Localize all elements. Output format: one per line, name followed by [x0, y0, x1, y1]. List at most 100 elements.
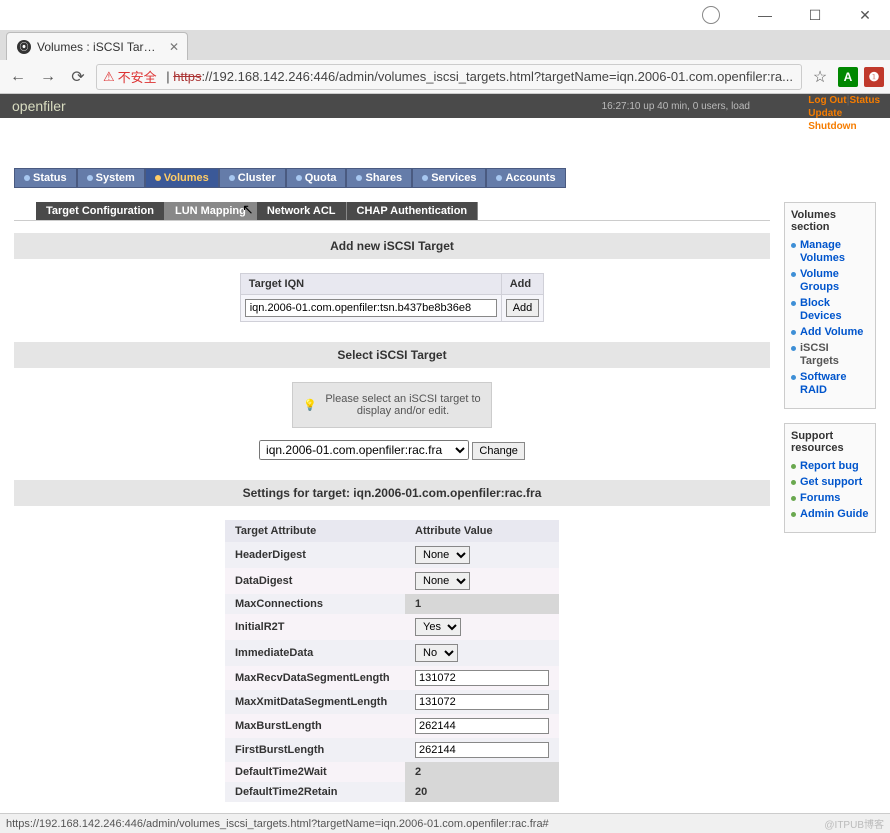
attr-name: HeaderDigest: [225, 542, 405, 568]
nav-cluster[interactable]: Cluster: [219, 168, 286, 188]
attr-MaxBurstLength-input[interactable]: [415, 718, 549, 734]
sidebar-link-block-devices[interactable]: Block Devices: [800, 297, 869, 323]
attr-row: MaxConnections1: [225, 594, 559, 614]
main-nav: StatusSystemVolumesClusterQuotaSharesSer…: [14, 168, 890, 188]
subnav-target-configuration[interactable]: Target Configuration: [36, 202, 165, 220]
sidebar-link-volume-groups[interactable]: Volume Groups: [800, 268, 869, 294]
nav-quota[interactable]: Quota: [286, 168, 347, 188]
uptime-text: 16:27:10 up 40 min, 0 users, load: [602, 101, 750, 112]
sidebar-link-forums[interactable]: Forums: [800, 492, 840, 505]
add-button[interactable]: Add: [506, 299, 540, 317]
forward-button[interactable]: →: [36, 65, 60, 89]
attr-MaxRecvDataSegmentLength-input[interactable]: [415, 670, 549, 686]
extension-a-icon[interactable]: A: [838, 67, 858, 87]
sidebar-link-add-volume[interactable]: Add Volume: [800, 326, 863, 339]
nav-accounts[interactable]: Accounts: [486, 168, 565, 188]
window-controls: — ☐ ✕: [0, 0, 890, 30]
reload-button[interactable]: ⟳: [66, 65, 90, 89]
window-close-button[interactable]: ✕: [850, 7, 880, 24]
insecure-warning: ⚠ 不安全: [103, 67, 157, 86]
tab-title: Volumes : iSCSI Target: [37, 40, 157, 54]
target-select[interactable]: iqn.2006-01.com.openfiler:rac.fra: [259, 440, 469, 460]
app-header: openfiler 16:27:10 up 40 min, 0 users, l…: [0, 94, 890, 118]
col-attr-value: Attribute Value: [405, 520, 559, 542]
attr-row: InitialR2TYes: [225, 614, 559, 640]
change-button[interactable]: Change: [472, 442, 525, 460]
attr-HeaderDigest-select[interactable]: None: [415, 546, 470, 564]
bullet-icon: [791, 480, 796, 485]
col-add: Add: [501, 274, 544, 295]
shutdown-link[interactable]: Shutdown: [808, 121, 856, 132]
back-button[interactable]: ←: [6, 65, 30, 89]
extension-adblock-icon[interactable]: ❶: [864, 67, 884, 87]
attr-name: DefaultTime2Retain: [225, 782, 405, 802]
attr-value: [405, 690, 559, 714]
attr-ImmediateData-select[interactable]: No: [415, 644, 458, 662]
browser-tab[interactable]: ⦿ Volumes : iSCSI Target ✕: [6, 32, 188, 60]
col-target-iqn: Target IQN: [240, 274, 501, 295]
subnav-chap-authentication[interactable]: CHAP Authentication: [347, 202, 479, 220]
window-minimize-button[interactable]: —: [750, 7, 780, 23]
nav-dot-icon: [356, 175, 362, 181]
nav-shares[interactable]: Shares: [346, 168, 412, 188]
sidebar-link-software-raid[interactable]: Software RAID: [800, 371, 869, 397]
nav-services[interactable]: Services: [412, 168, 486, 188]
bookmark-star-icon[interactable]: ☆: [808, 65, 832, 89]
sidebar-link-iscsi-targets[interactable]: iSCSI Targets: [800, 342, 869, 368]
lightbulb-icon: 💡: [303, 399, 317, 412]
nav-dot-icon: [229, 175, 235, 181]
attr-value: [405, 666, 559, 690]
sidebar-link-report-bug[interactable]: Report bug: [800, 460, 859, 473]
profile-avatar[interactable]: [702, 6, 720, 24]
bullet-icon: [791, 346, 796, 351]
favicon-icon: ⦿: [17, 40, 31, 54]
attr-FirstBurstLength-input[interactable]: [415, 742, 549, 758]
info-box: 💡 Please select an iSCSI target to displ…: [292, 382, 492, 428]
nav-dot-icon: [496, 175, 502, 181]
status-link[interactable]: Status: [849, 95, 880, 106]
attr-value: 1: [405, 594, 559, 614]
attr-name: MaxBurstLength: [225, 714, 405, 738]
logout-link[interactable]: Log Out: [808, 95, 846, 106]
attr-row: ImmediateDataNo: [225, 640, 559, 666]
attr-MaxXmitDataSegmentLength-input[interactable]: [415, 694, 549, 710]
attr-value: [405, 738, 559, 762]
attr-row: MaxXmitDataSegmentLength: [225, 690, 559, 714]
sidebar-link-admin-guide[interactable]: Admin Guide: [800, 508, 868, 521]
sidebar-link: Forums: [791, 492, 869, 505]
main-content: Target ConfigurationLUN MappingNetwork A…: [14, 202, 770, 802]
nav-status[interactable]: Status: [14, 168, 77, 188]
url-protocol: https: [173, 69, 201, 84]
attr-InitialR2T-select[interactable]: Yes: [415, 618, 461, 636]
attr-row: DefaultTime2Wait2: [225, 762, 559, 782]
bullet-icon: [791, 496, 796, 501]
nav-volumes[interactable]: Volumes: [145, 168, 219, 188]
subnav-network-acl[interactable]: Network ACL: [257, 202, 347, 220]
attr-value: None: [405, 568, 559, 594]
attr-value: No: [405, 640, 559, 666]
url-text: ://192.168.142.246:446/admin/volumes_isc…: [201, 69, 793, 84]
url-field[interactable]: ⚠ 不安全 | https ://192.168.142.246:446/adm…: [96, 64, 802, 90]
sub-nav: Target ConfigurationLUN MappingNetwork A…: [36, 202, 478, 220]
nav-dot-icon: [24, 175, 30, 181]
attributes-table: Target Attribute Attribute Value HeaderD…: [225, 520, 559, 802]
bullet-icon: [791, 464, 796, 469]
nav-dot-icon: [87, 175, 93, 181]
sidebar-link: iSCSI Targets: [791, 342, 869, 368]
sidebar-link-get-support[interactable]: Get support: [800, 476, 862, 489]
attr-value: [405, 714, 559, 738]
sidebar: Volumes section Manage VolumesVolume Gro…: [784, 202, 876, 547]
sidebar-link: Add Volume: [791, 326, 869, 339]
attr-DataDigest-select[interactable]: None: [415, 572, 470, 590]
window-maximize-button[interactable]: ☐: [800, 7, 830, 24]
nav-system[interactable]: System: [77, 168, 145, 188]
sidebar-link-manage-volumes[interactable]: Manage Volumes: [800, 239, 869, 265]
target-iqn-input[interactable]: [245, 299, 497, 317]
tab-close-icon[interactable]: ✕: [169, 40, 179, 54]
subnav-lun-mapping[interactable]: LUN Mapping: [165, 202, 257, 220]
update-link[interactable]: Update: [808, 108, 842, 119]
attr-value: Yes: [405, 614, 559, 640]
nav-dot-icon: [296, 175, 302, 181]
status-bar: https://192.168.142.246:446/admin/volume…: [0, 813, 890, 833]
attr-row: HeaderDigest None: [225, 542, 559, 568]
